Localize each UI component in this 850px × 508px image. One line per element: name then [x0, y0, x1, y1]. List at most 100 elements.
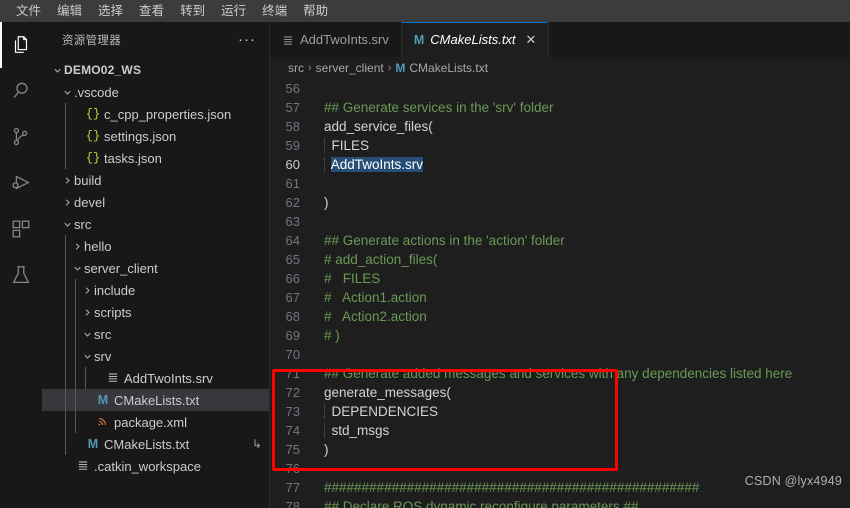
code-text[interactable]: add_service_files( — [316, 119, 850, 134]
tree-indent-guide — [65, 235, 66, 257]
tree-item-.vscode[interactable]: .vscode — [42, 81, 270, 103]
activitybar-item-search[interactable] — [0, 68, 42, 114]
editor-tab-addtwoints-srv[interactable]: AddTwoInts.srv — [270, 22, 402, 57]
code-line-61: 61 — [270, 174, 850, 193]
line-number: 72 — [285, 385, 300, 400]
activitybar-item-explorer[interactable] — [0, 22, 42, 68]
menu-item-0[interactable]: 文件 — [8, 1, 49, 21]
code-text[interactable]: # FILES — [316, 271, 850, 286]
chevron-down-icon[interactable] — [80, 329, 94, 340]
tree-item-srv[interactable]: srv — [42, 345, 270, 367]
editor-tab-cmakelists-txt[interactable]: M CMakeLists.txt ✕ — [401, 22, 550, 57]
tree-item-build[interactable]: build — [42, 169, 270, 191]
json-file-icon: {} — [85, 107, 101, 121]
menu-item-4[interactable]: 转到 — [172, 1, 213, 21]
breadcrumb-part-2[interactable]: CMakeLists.txt — [409, 61, 488, 75]
tree-item-server_client[interactable]: server_client — [42, 257, 270, 279]
line-number: 69 — [285, 328, 300, 343]
code-line-75: 75) — [270, 440, 850, 459]
tree-indent-guide — [75, 345, 76, 367]
activitybar-item-source-control[interactable] — [0, 114, 42, 160]
activitybar-item-run-debug[interactable] — [0, 160, 42, 206]
code-text[interactable]: FILES — [316, 138, 850, 153]
code-line-67: 67 # Action1.action — [270, 288, 850, 307]
tree-item-label: devel — [74, 194, 106, 210]
menu-item-1[interactable]: 编辑 — [49, 1, 90, 21]
menu-item-3[interactable]: 查看 — [131, 1, 172, 21]
tree-item-hello[interactable]: hello — [42, 235, 270, 257]
tree-item-include[interactable]: include — [42, 279, 270, 301]
close-icon[interactable]: ✕ — [526, 32, 537, 48]
chevron-down-icon[interactable] — [60, 87, 74, 98]
sidebar-more-actions-icon[interactable]: ··· — [238, 32, 256, 47]
chevron-down-icon[interactable] — [60, 219, 74, 230]
tree-item-cmakelists.txt[interactable]: M CMakeLists.txt — [42, 389, 270, 411]
tree-item-label: DEMO02_WS — [64, 63, 142, 77]
chevron-down-icon[interactable] — [50, 65, 64, 76]
code-segment: # Action2.action — [324, 309, 427, 324]
code-text[interactable]: # Action2.action — [316, 309, 850, 324]
code-text[interactable]: generate_messages( — [316, 385, 850, 400]
code-text[interactable]: # add_action_files( — [316, 252, 850, 267]
code-text[interactable]: ## Generate services in the 'srv' folder — [316, 100, 850, 115]
tree-item-tasks.json[interactable]: {} tasks.json — [42, 147, 270, 169]
code-text[interactable]: ## Generate actions in the 'action' fold… — [316, 233, 850, 248]
tree-indent-guide — [65, 345, 66, 367]
chevron-right-icon[interactable] — [60, 175, 74, 186]
code-line-58: 58 add_service_files( — [270, 117, 850, 136]
code-text[interactable]: # ) — [316, 328, 850, 343]
code-text[interactable]: ## Generate added messages and services … — [316, 366, 850, 381]
tree-item-scripts[interactable]: scripts — [42, 301, 270, 323]
tree-item-label: AddTwoInts.srv — [124, 370, 213, 386]
menu-item-7[interactable]: 帮助 — [295, 1, 336, 21]
code-text[interactable]: ) — [316, 442, 850, 457]
tree-item-label: src — [94, 326, 112, 342]
menu-item-2[interactable]: 选择 — [90, 1, 131, 21]
tree-item-settings.json[interactable]: {} settings.json — [42, 125, 270, 147]
activitybar-item-testing[interactable] — [0, 252, 42, 298]
activitybar-item-extensions[interactable] — [0, 206, 42, 252]
chevron-right-icon[interactable] — [60, 197, 74, 208]
menu-item-5[interactable]: 运行 — [213, 1, 254, 21]
tree-indent-guide — [75, 389, 76, 411]
chevron-down-icon[interactable] — [80, 351, 94, 362]
code-text[interactable]: DEPENDENCIES — [316, 404, 850, 419]
breadcrumb-part-1[interactable]: server_client — [316, 61, 384, 75]
tree-item-label: settings.json — [104, 128, 177, 144]
beaker-icon — [10, 264, 32, 286]
files-icon — [10, 34, 32, 56]
tree-item-devel[interactable]: devel — [42, 191, 270, 213]
chevron-right-icon[interactable] — [70, 241, 84, 252]
code-text[interactable]: std_msgs — [316, 423, 850, 438]
tree-item-src[interactable]: src — [42, 323, 270, 345]
file-tree[interactable]: DEMO02_WS .vscode{} c_cpp_properties.json{… — [42, 57, 270, 508]
tree-item-label: build — [74, 172, 102, 188]
code-text[interactable]: ) — [316, 195, 850, 210]
text-file-icon — [282, 34, 294, 46]
code-segment: ) — [324, 195, 329, 210]
tree-item-demo02_ws[interactable]: DEMO02_WS — [42, 59, 270, 81]
tree-indent-guide — [65, 367, 66, 389]
run-debug-icon — [10, 172, 32, 194]
tree-item-.catkin_workspace[interactable]: .catkin_workspace — [42, 455, 270, 477]
code-segment: ## Generate actions in the 'action' fold… — [324, 233, 565, 248]
tree-item-package.xml[interactable]: package.xml — [42, 411, 270, 433]
tree-item-label: scripts — [94, 304, 132, 320]
code-editor[interactable]: 56 57 ## Generate services in the 'srv' fo… — [270, 79, 850, 508]
tree-item-addtwoints.srv[interactable]: AddTwoInts.srv — [42, 367, 270, 389]
code-text[interactable]: ## Declare ROS dynamic reconfigure param… — [316, 499, 850, 508]
code-text[interactable]: # Action1.action — [316, 290, 850, 305]
code-segment: ## Declare ROS dynamic reconfigure param… — [324, 499, 639, 508]
tree-indent-guide — [75, 279, 76, 301]
code-text[interactable]: AddTwoInts.srv — [316, 157, 850, 172]
tree-item-cmakelists.txt[interactable]: M CMakeLists.txt ↳ — [42, 433, 270, 455]
breadcrumb-part-0[interactable]: src — [288, 61, 304, 75]
line-number: 65 — [285, 252, 300, 267]
tree-item-src[interactable]: src — [42, 213, 270, 235]
chevron-right-icon[interactable] — [80, 285, 94, 296]
tree-item-c_cpp_properties.json[interactable]: {} c_cpp_properties.json — [42, 103, 270, 125]
breadcrumb[interactable]: src › server_client › M CMakeLists.txt — [270, 57, 850, 79]
chevron-right-icon[interactable] — [80, 307, 94, 318]
menu-item-6[interactable]: 终端 — [254, 1, 295, 21]
chevron-down-icon[interactable] — [70, 263, 84, 274]
